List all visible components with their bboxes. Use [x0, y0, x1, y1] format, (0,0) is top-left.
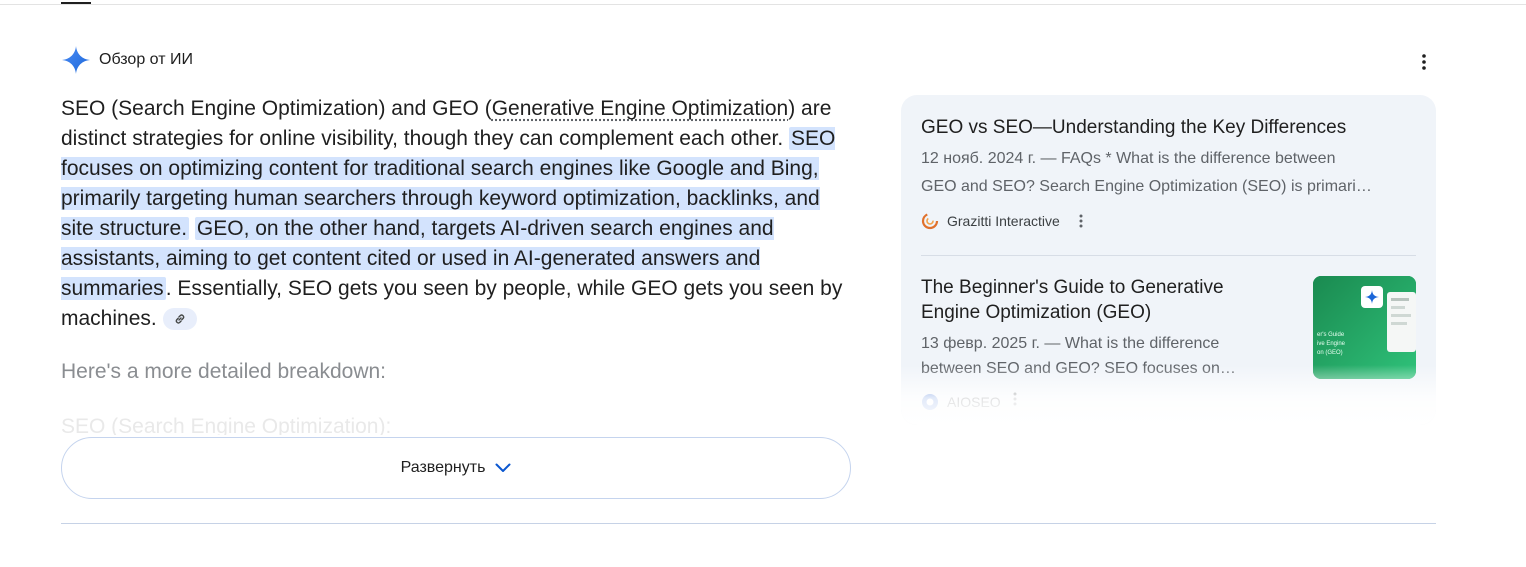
glossary-term-link[interactable]: Generative Engine Optimization	[492, 97, 789, 120]
source-site: Grazitti Interactive	[921, 209, 1416, 233]
snippet-line: 13 февр. 2025 г. — What is the differenc…	[921, 335, 1220, 352]
svg-text:ive Engine: ive Engine	[1317, 341, 1346, 347]
expand-button[interactable]: Развернуть	[61, 437, 851, 499]
snippet-line: between SEO and GEO? SEO focuses on…	[921, 360, 1236, 377]
source-site: AIOSEO	[921, 392, 1017, 411]
svg-text:on (GEO): on (GEO)	[1317, 350, 1343, 356]
source-card[interactable]: GEO vs SEO—Understanding the Key Differe…	[921, 115, 1416, 233]
source-more-button[interactable]	[1072, 212, 1090, 230]
thumbnail-image: er's Guide ive Engine on (GEO)	[1313, 276, 1416, 379]
more-vert-icon	[1079, 214, 1083, 228]
faded-section-heading: SEO (Search Engine Optimization):	[61, 415, 392, 435]
ai-overview-title: Обзор от ИИ	[99, 51, 193, 68]
source-card[interactable]: The Beginner's Guide to Generative Engin…	[921, 275, 1281, 381]
source-card-title[interactable]: GEO vs SEO—Understanding the Key Differe…	[921, 115, 1416, 140]
chevron-down-icon	[495, 463, 511, 472]
source-site-name: Grazitti Interactive	[947, 213, 1060, 229]
ai-overview-header: Обзор от ИИ	[61, 45, 193, 75]
breakdown-intro: Here's a more detailed breakdown:	[61, 360, 387, 383]
source-card-snippet: 12 нояб. 2024 г. — FAQs * What is the di…	[921, 145, 1416, 201]
expand-button-label: Развернуть	[400, 459, 486, 476]
snippet-line: GEO and SEO? Search Engine Optimization …	[921, 178, 1372, 195]
more-vert-icon	[1013, 392, 1017, 406]
gemini-spark-icon	[62, 46, 90, 74]
svg-text:er's Guide: er's Guide	[1317, 332, 1345, 338]
answer-text-segment: SEO (Search Engine Optimization) and GEO…	[61, 97, 492, 120]
source-link-chip[interactable]	[162, 308, 197, 331]
source-divider	[921, 255, 1416, 256]
bottom-divider	[61, 523, 1436, 524]
top-divider	[0, 4, 1526, 5]
snippet-line: 12 нояб. 2024 г. — FAQs * What is the di…	[921, 150, 1336, 167]
source-card-title[interactable]: The Beginner's Guide to Generative Engin…	[921, 275, 1281, 325]
grazitti-logo-icon	[921, 212, 939, 230]
aioseo-logo-icon	[922, 393, 938, 410]
sources-panel: GEO vs SEO—Understanding the Key Differe…	[901, 95, 1436, 425]
more-options-button[interactable]	[1412, 50, 1436, 74]
source-more-button[interactable]	[1013, 392, 1017, 411]
source-site-name: AIOSEO	[947, 393, 1001, 410]
link-icon	[175, 314, 184, 325]
source-thumbnail[interactable]: er's Guide ive Engine on (GEO)	[1313, 276, 1416, 379]
source-card-snippet: 13 февр. 2025 г. — What is the differenc…	[921, 331, 1281, 381]
more-vert-icon	[1422, 54, 1426, 70]
ai-answer-text: SEO (Search Engine Optimization) and GEO…	[61, 94, 856, 334]
